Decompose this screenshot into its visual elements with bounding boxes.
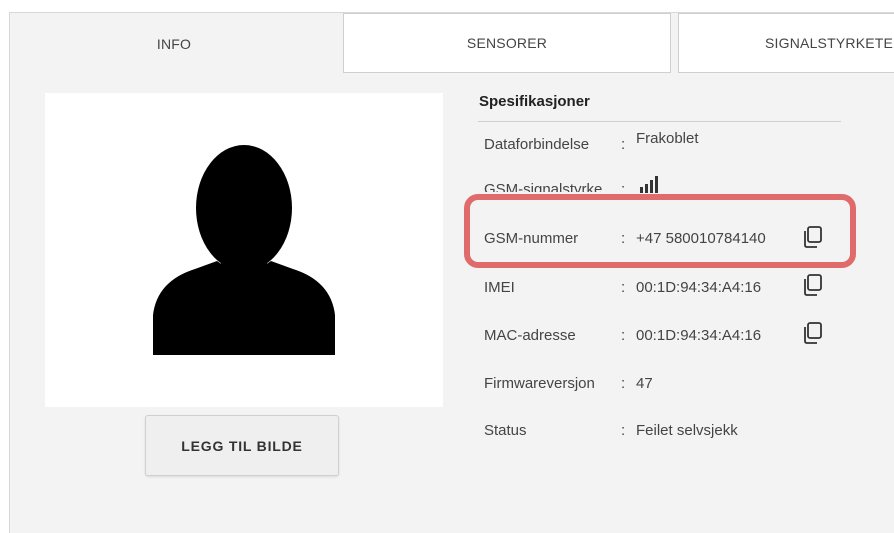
- spec-label-firmwareversjon: Firmwareversjon: [484, 375, 595, 392]
- spec-value-imei: 00:1D:94:34:A4:16: [636, 279, 762, 296]
- signal-bars-icon: [640, 176, 658, 193]
- spec-value-dataforbindelse: Frakoblet: [636, 130, 699, 147]
- avatar-image-area: [45, 93, 443, 407]
- spec-label-gsm-signalstyrke: GSM-signalstyrke: [484, 181, 603, 192]
- add-image-button[interactable]: LEGG TIL BILDE: [145, 415, 339, 476]
- divider: [478, 121, 841, 122]
- spec-value-mac-adresse: 00:1D:94:34:A4:16: [636, 327, 762, 344]
- spec-value-status: Feilet selvsjekk: [636, 422, 738, 439]
- add-image-button-label: LEGG TIL BILDE: [181, 437, 303, 454]
- spec-colon: :: [621, 375, 626, 392]
- spec-colon: :: [621, 422, 626, 439]
- spec-label-dataforbindelse: Dataforbindelse: [484, 136, 590, 153]
- spec-label-status: Status: [484, 422, 527, 439]
- spec-label-gsm-nummer: GSM-nummer: [484, 230, 579, 247]
- spec-colon: :: [621, 327, 626, 344]
- spec-colon: :: [621, 230, 626, 247]
- spec-label-mac-adresse: MAC-adresse: [484, 327, 576, 344]
- spec-colon-clip: :: [621, 174, 629, 192]
- tab-signalstyrke-label: SIGNALSTYRKETE: [765, 35, 894, 51]
- tab-info-label: INFO: [156, 35, 192, 52]
- spec-row-gsm-signal-clip: GSM-signalstyrke: [484, 174, 624, 192]
- tab-sensorer[interactable]: SENSORER: [343, 13, 671, 73]
- copy-icon[interactable]: [801, 273, 823, 297]
- copy-icon[interactable]: [801, 225, 823, 249]
- spec-value-firmwareversjon: 47: [636, 375, 653, 392]
- spec-colon: :: [621, 181, 626, 192]
- tab-sensorer-label: SENSORER: [466, 35, 548, 51]
- copy-icon[interactable]: [801, 321, 823, 345]
- specifications-title: Spesifikasjoner: [479, 93, 590, 110]
- spec-label-imei: IMEI: [484, 279, 515, 296]
- spec-colon: :: [621, 136, 626, 153]
- tab-signalstyrke[interactable]: SIGNALSTYRKETE: [678, 13, 894, 73]
- spec-value-gsm-nummer: +47 580010784140: [636, 230, 766, 247]
- person-silhouette-icon: [153, 145, 335, 355]
- tab-info[interactable]: INFO: [10, 13, 338, 74]
- spec-colon: :: [621, 279, 626, 296]
